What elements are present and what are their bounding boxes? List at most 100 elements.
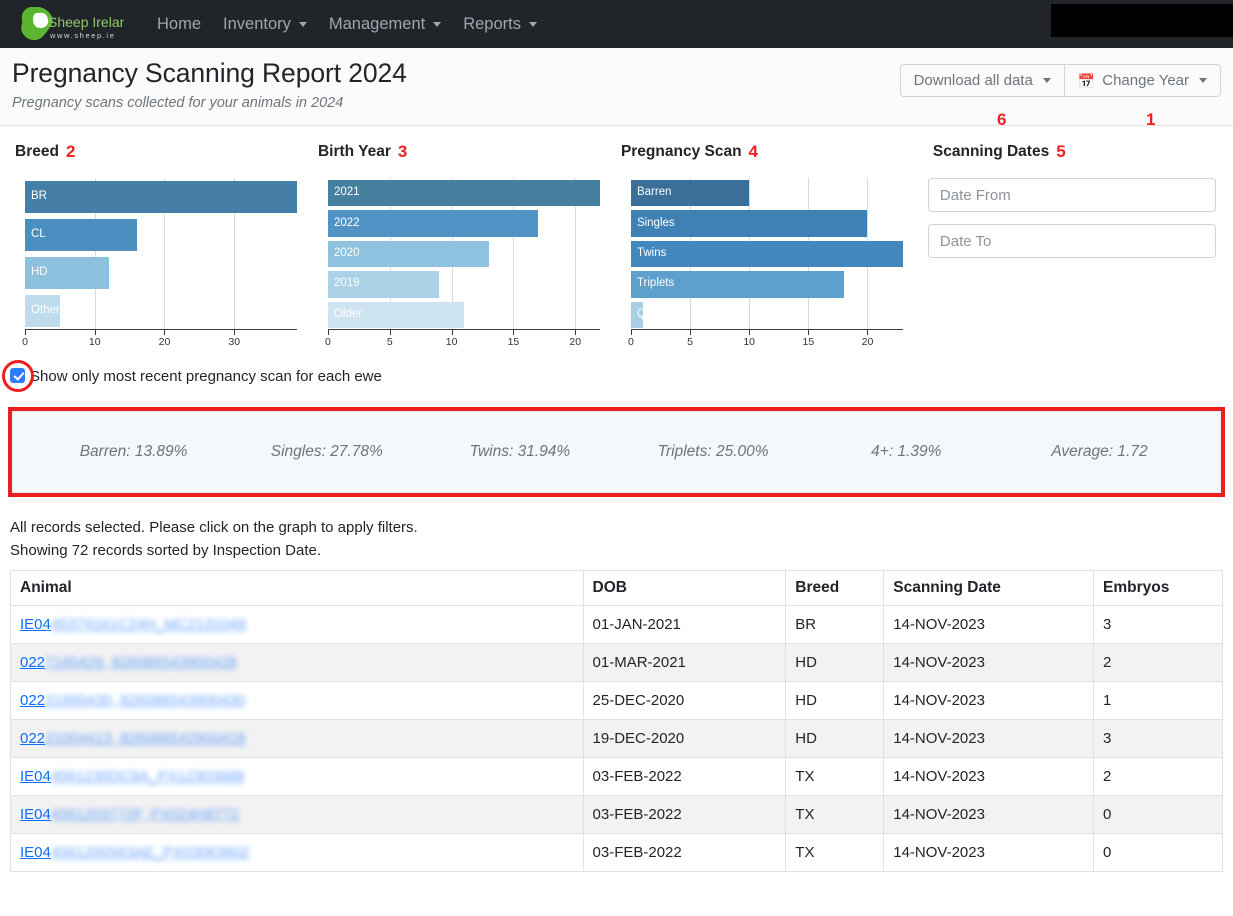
- column-header-breed[interactable]: Breed: [786, 571, 884, 606]
- nav-item-inventory-label: Inventory: [223, 15, 291, 34]
- table-header-row: Animal DOB Breed Scanning Date Embryos: [11, 571, 1223, 606]
- nav-item-reports[interactable]: Reports: [452, 9, 548, 40]
- animal-link[interactable]: 02221004413, 826086542900418: [20, 730, 245, 747]
- cell-breed: TX: [786, 796, 884, 834]
- recent-scan-checkbox[interactable]: [10, 368, 25, 383]
- chart-axis-tick: [452, 330, 453, 335]
- animal-link[interactable]: 0227165426, 826086543900428: [20, 654, 237, 671]
- pregnancy-scan-filter-panel: Pregnancy Scan 4 BarrenSinglesTwinsTripl…: [616, 142, 919, 350]
- pregnancy-scan-chart-title: Pregnancy Scan 4: [621, 142, 919, 162]
- animal-link[interactable]: 02221990430, 826086543900430: [20, 692, 245, 709]
- download-all-data-button[interactable]: Download all data: [900, 64, 1064, 97]
- chart-bar[interactable]: [25, 257, 109, 289]
- nav-item-reports-label: Reports: [463, 15, 521, 34]
- pregnancy-scan-bar-chart[interactable]: BarrenSinglesTwinsTripletsQuads05101520: [631, 178, 903, 350]
- cell-embryos: 2: [1094, 644, 1223, 682]
- records-table-head: Animal DOB Breed Scanning Date Embryos: [11, 571, 1223, 606]
- annotation-number-4: 4: [749, 142, 758, 162]
- chart-bar[interactable]: [25, 219, 137, 251]
- chevron-down-icon: [529, 22, 537, 27]
- chart-axis-tick-label: 0: [22, 336, 28, 348]
- chart-bar[interactable]: [631, 180, 749, 206]
- chart-bar[interactable]: [631, 241, 903, 267]
- column-header-scanning-date[interactable]: Scanning Date: [884, 571, 1094, 606]
- stat-triplets: Triplets: 25.00%: [617, 443, 810, 461]
- animal-link[interactable]: IE044561230DC9A_PX12303688: [20, 768, 244, 785]
- chart-bar[interactable]: [631, 210, 868, 236]
- annotation-number-1: 1: [1146, 110, 1155, 130]
- cell-embryos: 0: [1094, 796, 1223, 834]
- column-header-embryos[interactable]: Embryos: [1094, 571, 1223, 606]
- nav-item-home[interactable]: Home: [146, 9, 212, 40]
- cell-breed: HD: [786, 644, 884, 682]
- chevron-down-icon: [433, 22, 441, 27]
- cell-scanning-date: 14-NOV-2023: [884, 606, 1094, 644]
- animal-id-prefix: 022: [20, 692, 45, 709]
- chart-axis-tick-label: 10: [743, 336, 755, 348]
- page-subtitle: Pregnancy scans collected for your anima…: [12, 95, 1221, 111]
- cell-embryos: 1: [1094, 682, 1223, 720]
- chevron-down-icon: [1199, 78, 1207, 83]
- chart-bar[interactable]: [631, 302, 643, 328]
- chart-plot-area: BRCLHDOther: [25, 178, 297, 330]
- nav-item-management[interactable]: Management: [318, 9, 452, 40]
- brand-logo-link[interactable]: Sheep Ireland www.sheep.ie: [12, 3, 124, 45]
- chart-bar[interactable]: [25, 181, 297, 213]
- breed-chart-title-label: Breed: [15, 143, 59, 161]
- birth-year-chart-title: Birth Year 3: [318, 142, 616, 162]
- chart-bar[interactable]: [328, 210, 538, 236]
- cell-animal: IE044561200563AE_PX03063602: [11, 834, 584, 872]
- chart-axis-tick: [328, 330, 329, 335]
- chart-axis-tick: [25, 330, 26, 335]
- animal-link[interactable]: IE044561200563AE_PX03063602: [20, 844, 249, 861]
- nav-item-inventory[interactable]: Inventory: [212, 9, 318, 40]
- animal-id-prefix: IE04: [20, 616, 51, 633]
- animal-id-prefix: IE04: [20, 768, 51, 785]
- cell-scanning-date: 14-NOV-2023: [884, 758, 1094, 796]
- svg-text:Sheep Ireland: Sheep Ireland: [48, 14, 124, 30]
- chart-axis-tick: [749, 330, 750, 335]
- date-from-input[interactable]: [928, 178, 1216, 212]
- page-header: Pregnancy Scanning Report 2024 Pregnancy…: [0, 48, 1233, 126]
- animal-id-redacted: 4561230DC9A_PX12303688: [51, 768, 245, 785]
- chart-axis-tick-label: 5: [687, 336, 693, 348]
- recent-scan-checkbox-row: Show only most recent pregnancy scan for…: [10, 368, 1233, 385]
- cell-scanning-date: 14-NOV-2023: [884, 720, 1094, 758]
- header-button-group: Download all data 📅 Change Year: [900, 64, 1221, 97]
- chart-bar[interactable]: [25, 295, 60, 327]
- animal-link[interactable]: IE0445379161C24H_MC2131049: [20, 616, 246, 633]
- birth-year-bar-chart[interactable]: 2021202220202019Older05101520: [328, 178, 600, 350]
- breed-bar-chart[interactable]: BRCLHDOther0102030: [25, 178, 297, 350]
- column-header-dob[interactable]: DOB: [583, 571, 786, 606]
- chart-bar[interactable]: [328, 302, 464, 328]
- chart-bar[interactable]: [328, 180, 600, 206]
- stat-singles: Singles: 27.78%: [230, 443, 423, 461]
- annotation-number-6: 6: [997, 110, 1006, 130]
- column-header-animal[interactable]: Animal: [11, 571, 584, 606]
- animal-link[interactable]: IE044561203772F, PX024H8772: [20, 806, 239, 823]
- cell-embryos: 3: [1094, 720, 1223, 758]
- chart-axis-tick-label: 20: [569, 336, 581, 348]
- scanning-dates-filter-panel: Scanning Dates 5: [919, 142, 1223, 350]
- cell-animal: 02221990430, 826086543900430: [11, 682, 584, 720]
- annotation-box-stats: Barren: 13.89% Singles: 27.78% Twins: 31…: [8, 407, 1225, 497]
- calendar-icon: 📅: [1078, 74, 1095, 88]
- change-year-button[interactable]: 📅 Change Year: [1064, 64, 1221, 97]
- records-table-body: IE0445379161C24H_MC213104901-JAN-2021BR1…: [11, 606, 1223, 872]
- chart-bar[interactable]: [328, 241, 489, 267]
- date-to-input[interactable]: [928, 224, 1216, 258]
- animal-id-redacted: 21004413, 826086542900418: [45, 730, 245, 747]
- animal-id-prefix: 022: [20, 654, 45, 671]
- records-table-wrap: Animal DOB Breed Scanning Date Embryos I…: [10, 570, 1223, 872]
- table-row: 02221004413, 82608654290041819-DEC-2020H…: [11, 720, 1223, 758]
- table-row: IE044561200563AE_PX0306360203-FEB-2022TX…: [11, 834, 1223, 872]
- chart-bar[interactable]: [631, 271, 844, 297]
- chart-plot-area: BarrenSinglesTwinsTripletsQuads: [631, 178, 903, 330]
- nav-links: Home Inventory Management Reports: [146, 9, 548, 40]
- chart-axis-tick: [390, 330, 391, 335]
- stat-twins: Twins: 31.94%: [423, 443, 616, 461]
- animal-id-redacted: 4561203772F, PX024H8772: [51, 806, 240, 823]
- animal-id-prefix: IE04: [20, 806, 51, 823]
- chart-bar[interactable]: [328, 271, 439, 297]
- records-info: All records selected. Please click on th…: [10, 517, 1233, 562]
